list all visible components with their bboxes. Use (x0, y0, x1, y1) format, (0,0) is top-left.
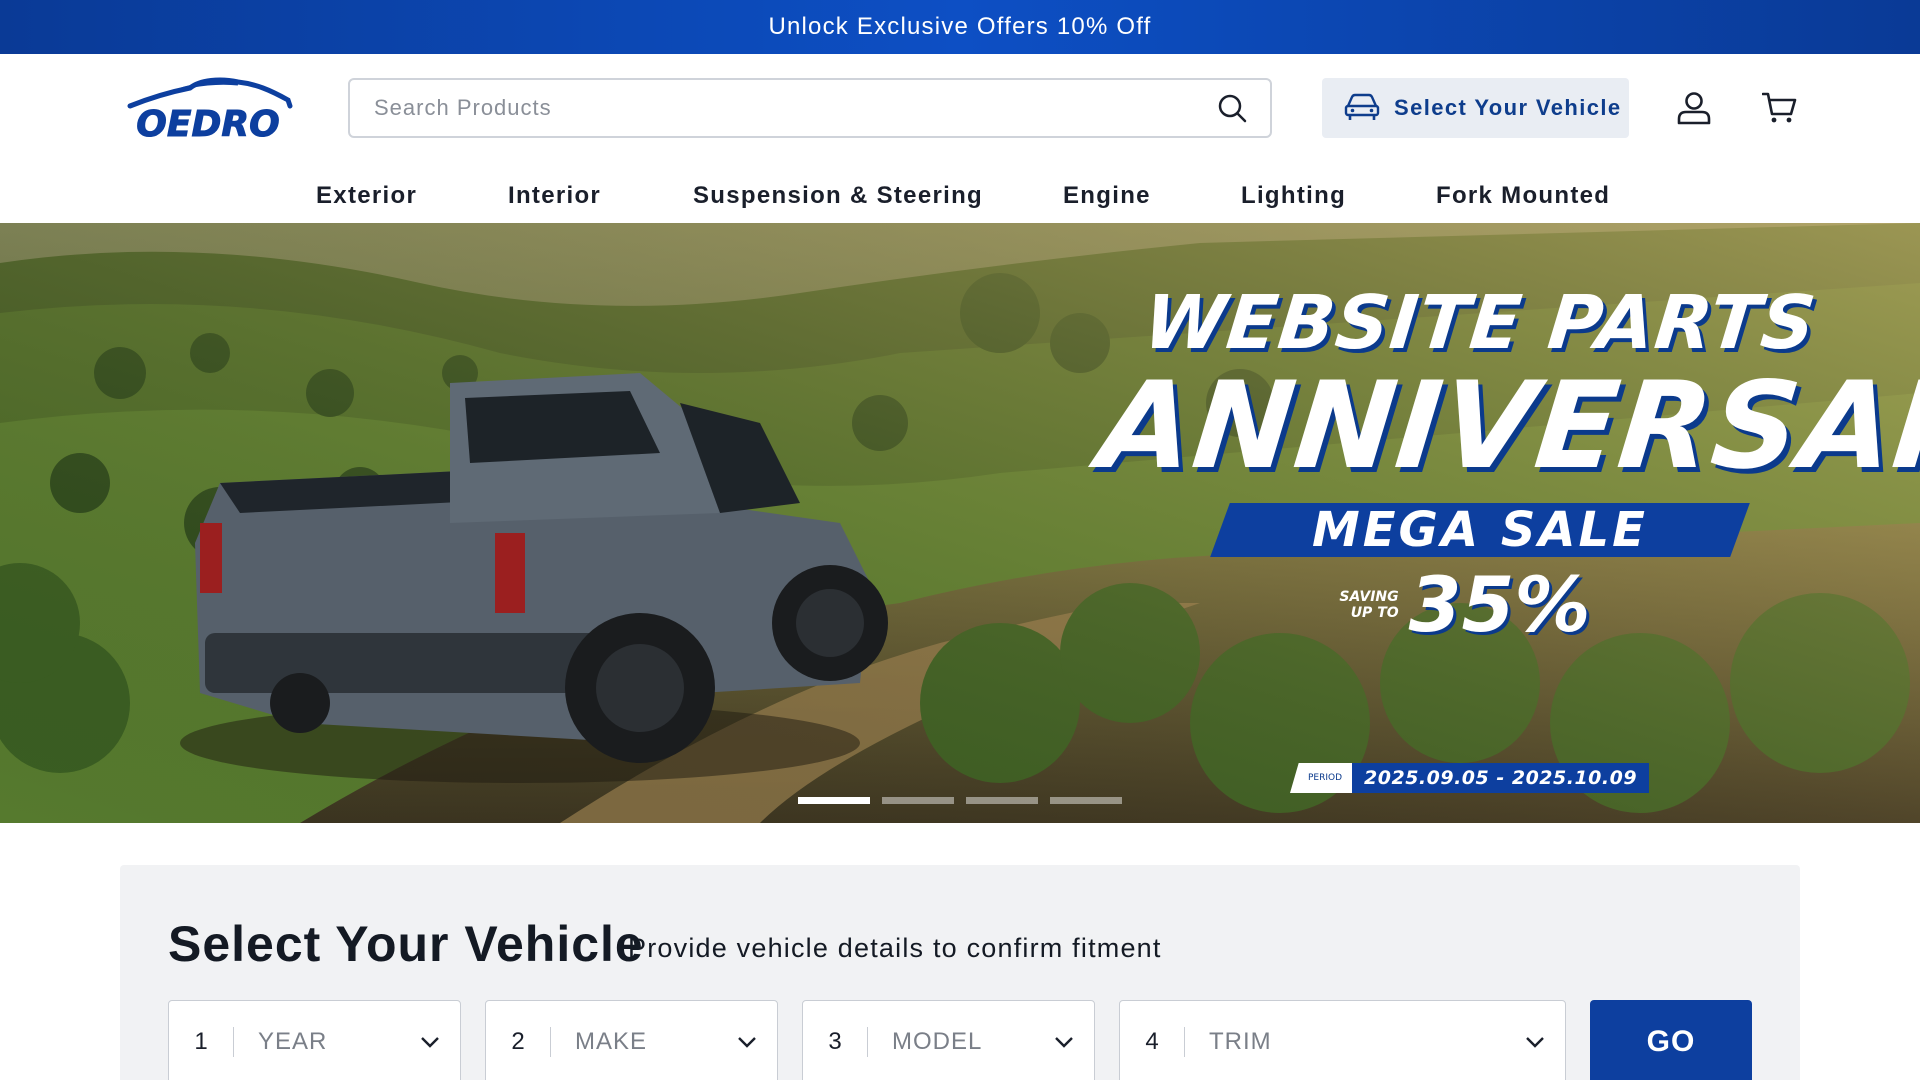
saving-small-text: SAVING UP TO (1339, 589, 1398, 621)
logo-text: OEDRO (136, 104, 279, 140)
promo-text[interactable]: Unlock Exclusive Offers 10% Off (768, 13, 1151, 41)
account-icon[interactable] (1676, 90, 1712, 126)
make-label: MAKE (575, 1028, 648, 1055)
model-select[interactable]: 3 MODEL (802, 1000, 1095, 1080)
header: OEDRO Select Your Vehicle (0, 54, 1920, 164)
mega-sale-text: MEGA SALE (1312, 502, 1648, 558)
hero-headline-2: ANNIVERSARY (1092, 357, 1920, 496)
trim-select[interactable]: 4 TRIM (1119, 1000, 1566, 1080)
carousel-dot-4[interactable] (1050, 797, 1122, 804)
make-step-number: 2 (511, 1028, 525, 1055)
up-to-label: UP TO (1350, 605, 1399, 621)
nav-item-exterior[interactable]: Exterior (316, 170, 417, 222)
car-icon (1344, 92, 1380, 125)
logo[interactable]: OEDRO (120, 76, 296, 146)
saving-percent: 35% (1408, 560, 1591, 649)
carousel-dot-2[interactable] (882, 797, 954, 804)
chevron-down-icon (400, 1036, 460, 1048)
year-select[interactable]: 1 YEAR (168, 1000, 461, 1080)
make-select[interactable]: 2 MAKE (485, 1000, 778, 1080)
nav-item-suspension-steering[interactable]: Suspension & Steering (693, 170, 983, 222)
saving-label: SAVING (1339, 589, 1399, 605)
carousel-dot-3[interactable] (966, 797, 1038, 804)
hero-headline-1: WEBSITE PARTS (1139, 280, 1821, 366)
nav-item-interior[interactable]: Interior (508, 170, 601, 222)
search-box[interactable] (348, 78, 1272, 138)
nav-item-engine[interactable]: Engine (1063, 170, 1151, 222)
vehicle-selector-subtitle: Provide vehicle details to confirm fitme… (628, 933, 1162, 963)
sale-period: PERIOD 2025.09.05 - 2025.10.09 (1290, 763, 1650, 793)
carousel-indicators (798, 797, 1122, 804)
select-vehicle-button[interactable]: Select Your Vehicle (1322, 78, 1629, 138)
model-step-number: 3 (828, 1028, 842, 1055)
period-label: PERIOD (1290, 763, 1353, 793)
vehicle-selector-title: Select Your Vehicle (168, 916, 644, 972)
hero-banner[interactable]: WEBSITE PARTS ANNIVERSARY MEGA SALE SAVI… (0, 223, 1920, 823)
saving-block: SAVING UP TO 35% (1070, 565, 1860, 645)
search-input[interactable] (374, 95, 1216, 121)
promo-bar[interactable]: Unlock Exclusive Offers 10% Off (0, 0, 1920, 54)
nav-item-fork-mounted[interactable]: Fork Mounted (1436, 170, 1610, 222)
chevron-down-icon (1034, 1036, 1094, 1048)
period-dates: 2025.09.05 - 2025.10.09 (1352, 763, 1650, 793)
nav-item-lighting[interactable]: Lighting (1241, 170, 1346, 222)
year-label: YEAR (258, 1028, 328, 1055)
chevron-down-icon (717, 1036, 777, 1048)
trim-label: TRIM (1209, 1028, 1272, 1055)
chevron-down-icon (1505, 1036, 1565, 1048)
trim-step-number: 4 (1145, 1028, 1159, 1055)
logo-graphic: OEDRO (127, 77, 293, 146)
mega-sale-banner: MEGA SALE (1210, 502, 1750, 558)
category-nav: Exterior Interior Suspension & Steering … (0, 170, 1920, 222)
cart-icon[interactable] (1761, 90, 1798, 126)
select-vehicle-label: Select Your Vehicle (1394, 95, 1622, 120)
carousel-dot-1[interactable] (798, 797, 870, 804)
year-step-number: 1 (194, 1028, 208, 1055)
model-label: MODEL (892, 1028, 983, 1055)
go-button[interactable]: GO (1590, 1000, 1752, 1080)
vehicle-selector: Select Your Vehicle Provide vehicle deta… (120, 865, 1800, 1080)
hero-promo-text: WEBSITE PARTS ANNIVERSARY MEGA SALE SAVI… (1093, 280, 1920, 645)
search-icon[interactable] (1216, 92, 1248, 124)
